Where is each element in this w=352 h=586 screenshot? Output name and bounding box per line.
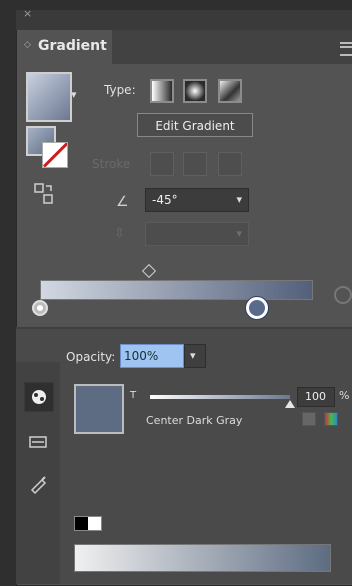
tint-unit: % bbox=[339, 389, 350, 402]
selected-color-swatch[interactable] bbox=[74, 384, 124, 434]
panel-title-bar[interactable] bbox=[16, 10, 352, 30]
swatch-dropdown-icon[interactable]: ▾ bbox=[71, 88, 77, 101]
black-white-swatches[interactable] bbox=[74, 516, 102, 531]
radial-gradient-icon[interactable] bbox=[183, 79, 207, 103]
gradient-fill-swatch[interactable] bbox=[26, 72, 72, 122]
swatch-options-icon[interactable] bbox=[302, 412, 316, 426]
stroke-none-swatch[interactable] bbox=[42, 142, 68, 168]
color-mode-icon[interactable] bbox=[324, 412, 338, 426]
tint-field[interactable]: 100 bbox=[297, 387, 335, 407]
edit-gradient-button[interactable]: Edit Gradient bbox=[137, 113, 253, 137]
color-name: Center Dark Gray bbox=[146, 414, 243, 427]
tab-gradient[interactable]: ◇ Gradient bbox=[18, 30, 113, 64]
chevron-down-icon[interactable]: ▾ bbox=[236, 227, 242, 240]
collapse-chevron-icon[interactable]: ◇ bbox=[24, 40, 31, 50]
opacity-dropdown[interactable]: ▾ bbox=[184, 344, 206, 368]
eyedropper-icon[interactable] bbox=[24, 470, 52, 498]
swap-fill-stroke-icon[interactable] bbox=[34, 183, 54, 205]
angle-icon: ∠ bbox=[116, 194, 129, 210]
chevron-down-icon[interactable]: ▾ bbox=[236, 193, 242, 206]
tint-label: T bbox=[130, 390, 137, 401]
tint-slider-thumb[interactable] bbox=[285, 400, 295, 408]
gradient-stop-right[interactable] bbox=[246, 297, 268, 319]
gradient-stop-left[interactable] bbox=[32, 300, 48, 316]
type-label: Type: bbox=[104, 83, 136, 97]
opacity-field[interactable]: 100% bbox=[120, 344, 184, 368]
tab-label: Gradient bbox=[38, 38, 107, 54]
tint-slider[interactable] bbox=[150, 395, 290, 399]
close-icon[interactable]: × bbox=[23, 8, 32, 20]
chevron-down-icon[interactable]: ▾ bbox=[190, 349, 196, 362]
aspect-ratio-field[interactable]: ▾ bbox=[145, 222, 249, 246]
stroke-within-icon[interactable] bbox=[150, 152, 174, 176]
delete-stop-icon[interactable] bbox=[334, 286, 352, 304]
tab-strip bbox=[112, 30, 352, 64]
stroke-label: Stroke bbox=[92, 157, 131, 171]
freeform-gradient-icon[interactable] bbox=[218, 79, 242, 103]
panel-menu-icon[interactable] bbox=[340, 42, 352, 56]
opacity-label: Opacity: bbox=[66, 350, 116, 364]
aspect-ratio-icon: ⇳ bbox=[114, 226, 125, 241]
linear-gradient-icon[interactable] bbox=[150, 79, 174, 103]
swatches-icon[interactable] bbox=[24, 428, 52, 456]
stroke-across-icon[interactable] bbox=[218, 152, 242, 176]
color-wheel-icon[interactable] bbox=[24, 382, 54, 412]
angle-field[interactable]: -45° ▾ bbox=[145, 188, 249, 212]
color-ramp[interactable] bbox=[74, 544, 331, 572]
gradient-slider[interactable] bbox=[40, 280, 313, 300]
stroke-along-icon[interactable] bbox=[183, 152, 207, 176]
